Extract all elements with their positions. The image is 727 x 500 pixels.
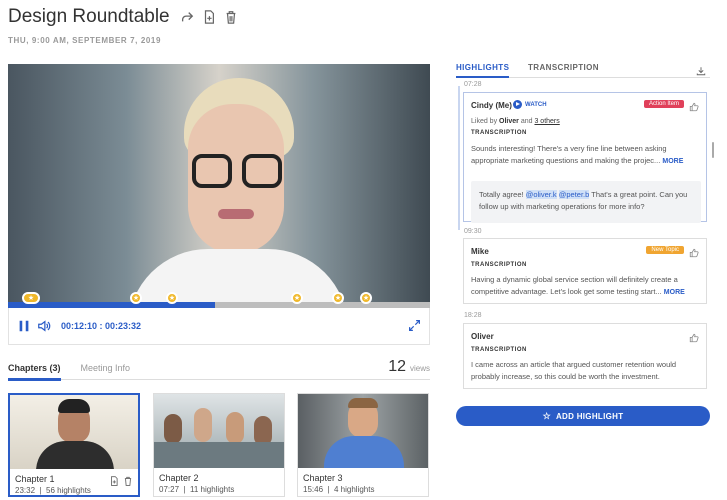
tag-badge: Action Item xyxy=(643,100,684,108)
chapter-thumbnail xyxy=(154,394,284,468)
watch-button[interactable]: WATCH xyxy=(513,100,547,109)
add-file-icon[interactable] xyxy=(202,10,216,24)
more-link[interactable]: MORE xyxy=(662,158,683,165)
mention[interactable]: @oliver.k xyxy=(525,190,557,199)
chapter-name: Chapter 1 xyxy=(15,474,55,484)
reply-comment: Totally agree! @oliver.k @peter.b That's… xyxy=(471,181,701,223)
views-label: views xyxy=(409,364,430,373)
time-readout: 00:12:10 : 00:23:32 xyxy=(61,321,142,331)
thumbs-up-icon[interactable] xyxy=(689,245,699,263)
liked-by: Liked by Oliver and 3 others xyxy=(471,118,560,125)
highlight-text: Sounds interesting! There's a very fine … xyxy=(471,144,684,165)
chapter-actions xyxy=(109,473,133,491)
more-link[interactable]: MORE xyxy=(664,289,685,296)
highlight-timestamp: 09:30 xyxy=(464,228,482,235)
highlight-marker[interactable]: ★ xyxy=(291,292,303,304)
tab-chapters[interactable]: Chapters (3) xyxy=(8,358,61,381)
left-tabs: Chapters (3) Meeting Info 12 views xyxy=(8,358,430,381)
tab-highlights[interactable]: HIGHLIGHTS xyxy=(456,63,510,78)
chapter-thumbnail xyxy=(10,395,138,469)
highlight-card[interactable]: Oliver TRANSCRIPTION I came across an ar… xyxy=(463,323,707,389)
add-file-icon[interactable] xyxy=(109,473,119,491)
highlight-text: Having a dynamic global service section … xyxy=(471,275,685,296)
glasses-left xyxy=(192,154,232,188)
chapter-card[interactable]: Chapter 2 07:27 | 11 highlights xyxy=(153,393,285,497)
highlight-marker[interactable]: ★ xyxy=(166,292,178,304)
add-highlight-button[interactable]: ☆ ADD HIGHLIGHT xyxy=(456,406,710,426)
chapter-name: Chapter 3 xyxy=(303,473,343,483)
highlight-marker[interactable]: ★ xyxy=(22,292,40,304)
highlight-marker[interactable]: ★ xyxy=(360,292,372,304)
highlight-marker[interactable]: ★ xyxy=(130,292,142,304)
fullscreen-icon[interactable] xyxy=(408,319,421,337)
highlight-card[interactable]: Mike New Topic TRANSCRIPTION Having a dy… xyxy=(463,238,707,304)
highlight-marker[interactable]: ★ xyxy=(332,292,344,304)
highlight-author: Cindy (Me) xyxy=(471,101,512,110)
volume-icon[interactable] xyxy=(37,319,51,333)
others-link[interactable]: 3 others xyxy=(534,118,559,125)
chapter-thumbnail xyxy=(298,394,428,468)
chapter-card[interactable]: Chapter 1 23:32 | 56 highlights xyxy=(8,393,140,497)
play-icon xyxy=(513,100,522,109)
chapter-meta: 23:32 | 56 highlights xyxy=(15,486,91,495)
chapter-meta: 07:27 | 11 highlights xyxy=(159,485,235,494)
share-icon[interactable] xyxy=(180,10,194,24)
transcription-label: TRANSCRIPTION xyxy=(471,130,527,136)
highlight-author: Oliver xyxy=(471,332,494,341)
mention[interactable]: @peter.b xyxy=(558,190,590,199)
pause-icon[interactable] xyxy=(17,319,31,333)
scrollbar[interactable] xyxy=(712,142,714,158)
transcription-label: TRANSCRIPTION xyxy=(471,262,527,268)
transcription-label: TRANSCRIPTION xyxy=(471,347,527,353)
tab-meeting-info[interactable]: Meeting Info xyxy=(81,358,131,380)
page-title: Design Roundtable xyxy=(8,6,170,27)
video-subject-lips xyxy=(218,209,254,219)
glasses-right xyxy=(242,154,282,188)
tab-transcription[interactable]: TRANSCRIPTION xyxy=(528,63,599,72)
star-icon: ☆ xyxy=(542,410,551,421)
trash-icon[interactable] xyxy=(123,473,133,491)
views-count: 12 xyxy=(388,358,406,375)
download-icon[interactable] xyxy=(696,63,706,81)
title-row: Design Roundtable xyxy=(8,6,238,28)
highlight-author: Mike xyxy=(471,247,489,256)
views-counter: 12 views xyxy=(388,358,430,376)
chapter-name: Chapter 2 xyxy=(159,473,199,483)
meeting-date: THU, 9:00 AM, SEPTEMBER 7, 2019 xyxy=(8,36,162,45)
chapter-meta: 15:46 | 4 highlights xyxy=(303,485,375,494)
tag-badge: New Topic xyxy=(646,246,684,254)
video-player[interactable]: ★ ★ ★ ★ ★ ★ xyxy=(8,64,430,308)
thumbs-up-icon[interactable] xyxy=(689,330,699,348)
player-controls: 00:12:10 : 00:23:32 xyxy=(8,308,430,345)
highlight-timestamp: 07:28 xyxy=(464,81,482,88)
highlight-timestamp: 18:28 xyxy=(464,312,482,319)
chapter-card[interactable]: Chapter 3 15:46 | 4 highlights xyxy=(297,393,429,497)
highlight-card[interactable]: Cindy (Me) WATCH Action Item Liked by Ol… xyxy=(463,92,707,223)
thumbs-up-icon[interactable] xyxy=(689,99,699,117)
timeline-line xyxy=(458,86,460,230)
highlight-text: I came across an article that argued cus… xyxy=(471,360,677,381)
right-tabs: HIGHLIGHTS TRANSCRIPTION xyxy=(456,56,710,78)
trash-icon[interactable] xyxy=(224,10,238,24)
